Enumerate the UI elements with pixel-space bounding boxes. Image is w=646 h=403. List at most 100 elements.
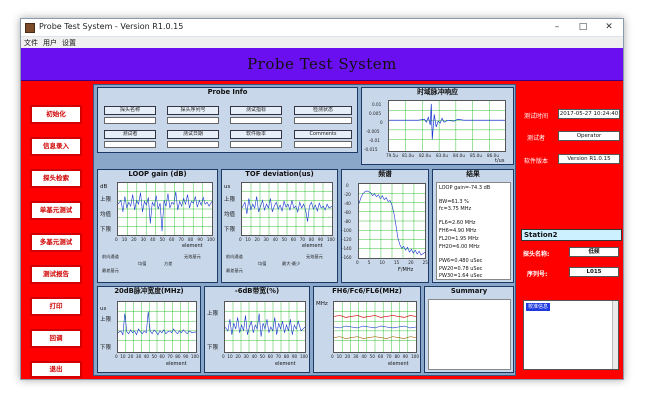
print-button[interactable]: 打印 (30, 297, 82, 316)
freq-xtick: 70 (386, 354, 392, 359)
tof-xtick: 30 (263, 237, 269, 242)
software-version-label: 软件版本 (524, 158, 549, 165)
bw20-unit: us (100, 306, 107, 312)
bw20-xtick: 60 (159, 354, 165, 359)
freq-xtick: 10 (336, 354, 342, 359)
test-spec-header: 测试指标 (230, 106, 282, 115)
tof-xticks: 0 10 20 30 40 50 60 70 80 90 100 (239, 237, 335, 242)
initialize-button[interactable]: 初始化 (30, 105, 82, 124)
loop-gain-xtick: 50 (159, 237, 165, 242)
result-fh20: FH20=6.00 MHz (439, 244, 480, 250)
bw6-xtick: 40 (251, 354, 257, 359)
pulse-trace (389, 103, 505, 140)
test-spec-field[interactable] (230, 117, 282, 124)
results-box: LOOP gain=-74.3 dB BW=61.3 % fc=3.75 MHz… (436, 182, 511, 280)
freq-xtick: 100 (410, 354, 419, 359)
bw20-xtick: 90 (183, 354, 189, 359)
freq-xtick: 30 (353, 354, 359, 359)
menu-user[interactable]: 用户 (43, 38, 57, 48)
spectrum-pane: 频谱 0 -20 -40 -60 -80 -100 -120 -140 -160 (341, 169, 429, 283)
calibration-log[interactable]: 校准信息 (523, 300, 619, 370)
pulse-ytick-2: 0 (380, 120, 383, 125)
test-date-field[interactable] (167, 141, 219, 148)
menu-file[interactable]: 文件 (24, 38, 38, 48)
result-pw6: PW6=0.480 uSec (439, 258, 483, 264)
summary-title: Summary (450, 287, 488, 295)
spectrum-ytick: -120 (342, 237, 352, 242)
log-item[interactable]: 校准信息 (526, 303, 551, 311)
menu-settings[interactable]: 设置 (62, 38, 76, 48)
bw6-xtick: 100 (299, 354, 308, 359)
test-status-field[interactable] (294, 117, 352, 124)
bw20-xtick: 80 (175, 354, 181, 359)
pulse-ytick-3: -0.005 (366, 129, 380, 134)
probe-serial-field[interactable] (167, 117, 219, 124)
bw6-xtick: 20 (235, 354, 241, 359)
single-element-test-button[interactable]: 单基元测试 (30, 201, 82, 220)
close-button[interactable]: ✕ (597, 19, 621, 36)
tof-xtick: 40 (272, 237, 278, 242)
spectrum-xtick: 25 (422, 260, 428, 265)
freq-xtick: 90 (402, 354, 409, 359)
tof-xtick: 60 (290, 237, 297, 242)
probe-name-field[interactable] (104, 117, 156, 124)
app-window: Probe Test System - Version R1.0.15 – □ … (20, 18, 624, 380)
bw20-xtick: 50 (151, 354, 157, 359)
bw6-xtick: 50 (259, 354, 265, 359)
loop-gain-worst-label: 最差基元 (102, 268, 119, 273)
loop-gain-xlabel: element (182, 243, 203, 249)
loop-gain-xtick: 40 (150, 237, 156, 242)
banner-title: Probe Test System (247, 55, 397, 73)
probe-search-button[interactable]: 探头检索 (30, 169, 82, 188)
bw20-xtick: 70 (167, 354, 173, 359)
pulse-xtick-1: 81.0u (402, 153, 414, 158)
test-report-button[interactable]: 测试报告 (30, 265, 82, 284)
tof-xtick: 80 (308, 237, 315, 242)
tof-mean: 均值 (224, 212, 236, 218)
software-version-value: Version R1.0.15 (558, 154, 620, 164)
tof-deviation-title: TOF deviation(us) (245, 170, 314, 178)
tof-xtick: 0 (239, 237, 242, 242)
freq-xtick: 20 (344, 354, 351, 359)
bw20-lower: 下限 (100, 345, 112, 351)
loop-gain-title: LOOP gain (dB) (128, 170, 187, 178)
freq-xtick: 50 (369, 354, 375, 359)
loop-gain-upper: 上限 (100, 197, 112, 203)
loop-gain-xtick: 0 (115, 237, 118, 242)
probe-name-value: 低频 (569, 247, 619, 257)
pulse-x-unit: t/us (495, 158, 505, 164)
window-title: Probe Test System - Version R1.0.15 (39, 22, 184, 31)
bw20-xticks: 0 10 20 30 40 50 60 70 80 90 100 (115, 354, 199, 359)
loop-gain-pane: LOOP gain (dB) dB 上限 均值 下限 0 10 20 30 40 50 60 (97, 169, 218, 283)
tof-plot (241, 182, 333, 236)
bw6-plot (224, 301, 306, 353)
maximize-button[interactable]: □ (571, 19, 595, 36)
probe-info-pane: Probe Info 探头名称 探头序列号 测试指标 检测状态 测试者 测试日期… (97, 87, 358, 153)
pulse-xtick-4: 84.0u (453, 153, 465, 158)
bw20-xtick: 0 (115, 354, 118, 359)
bw6-xtick: 60 (267, 354, 274, 359)
bw6-xtick: 70 (275, 354, 282, 359)
comments-field[interactable] (294, 141, 352, 148)
pulse-ytick-0: 0.01 (372, 102, 382, 107)
summary-box (428, 299, 511, 370)
minimize-button[interactable]: – (545, 19, 569, 36)
test-time-value: 2017-05-27 10:24:40 (558, 109, 620, 119)
left-button-panel: 初始化 信息录入 探头检索 单基元测试 多基元测试 测试报告 打印 回调 退出 (21, 81, 91, 379)
station-title: Station2 (521, 229, 622, 241)
callback-button[interactable]: 回调 (30, 329, 82, 348)
tester-label: 测试者 (527, 135, 546, 142)
multi-element-test-button[interactable]: 多基元测试 (30, 233, 82, 252)
exit-button[interactable]: 退出 (30, 361, 82, 378)
loop-gain-xtick: 60 (169, 237, 175, 242)
software-version-field[interactable] (230, 141, 282, 148)
tester-header: 测试者 (104, 130, 156, 139)
tester-field[interactable] (104, 141, 156, 148)
log-scrollbar[interactable] (612, 301, 618, 369)
pulse-ytick-4: -0.01 (369, 138, 380, 143)
loop-gain-mean-label: 均值 (138, 261, 147, 266)
freq-pane: FH6/Fc6/FL6(MHz) MHz 0 10 20 30 40 50 60 70 80 (313, 286, 421, 373)
info-entry-button[interactable]: 信息录入 (30, 137, 82, 156)
loop-gain-xtick: 70 (178, 237, 184, 242)
title-bar: Probe Test System - Version R1.0.15 – □ … (21, 19, 623, 37)
